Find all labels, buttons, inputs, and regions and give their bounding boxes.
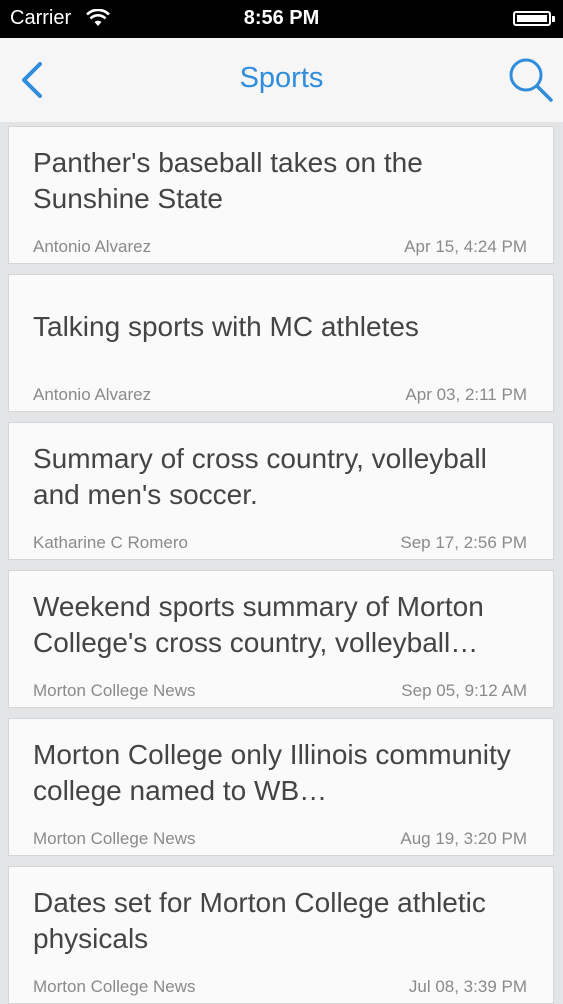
article-author: Morton College News <box>33 829 196 848</box>
article-date: Sep 05, 9:12 AM <box>401 681 527 700</box>
list-item[interactable]: Weekend sports summary of Morton College… <box>8 570 554 708</box>
battery-icon <box>513 11 555 26</box>
list-item[interactable]: Dates set for Morton College athletic ph… <box>8 866 554 1004</box>
article-date: Apr 15, 4:24 PM <box>404 237 527 256</box>
article-author: Antonio Alvarez <box>33 385 152 404</box>
article-headline: Dates set for Morton College athletic ph… <box>33 887 486 954</box>
article-headline: Morton College only Illinois community c… <box>33 739 511 806</box>
article-date: Apr 03, 2:11 PM <box>405 385 527 404</box>
article-headline: Summary of cross country, volleyball and… <box>33 443 487 510</box>
search-icon <box>509 58 553 102</box>
clock: 8:56 PM <box>243 7 320 29</box>
article-headline: Talking sports with MC athletes <box>33 311 419 342</box>
article-author: Morton College News <box>33 681 196 700</box>
article-date: Aug 19, 3:20 PM <box>400 829 527 848</box>
article-headline: Weekend sports summary of Morton College… <box>33 591 484 658</box>
list-item[interactable]: Panther's baseball takes on the Sunshine… <box>8 126 554 264</box>
page-title: Sports <box>239 62 324 94</box>
status-bar: Carrier 8:56 PM <box>0 0 563 38</box>
list-item[interactable]: Morton College only Illinois community c… <box>8 718 554 856</box>
article-author: Morton College News <box>33 977 196 996</box>
article-date: Sep 17, 2:56 PM <box>400 533 527 552</box>
article-date: Jul 08, 3:39 PM <box>408 977 527 996</box>
navigation-bar: Sports <box>0 38 563 122</box>
article-author: Katharine C Romero <box>33 533 188 552</box>
list-item[interactable]: Talking sports with MC athletes Antonio … <box>8 274 554 412</box>
list-item[interactable]: Summary of cross country, volleyball and… <box>8 422 554 560</box>
article-headline: Panther's baseball takes on the Sunshine… <box>33 147 423 214</box>
article-author: Antonio Alvarez <box>33 237 152 256</box>
search-button[interactable] <box>505 54 555 104</box>
